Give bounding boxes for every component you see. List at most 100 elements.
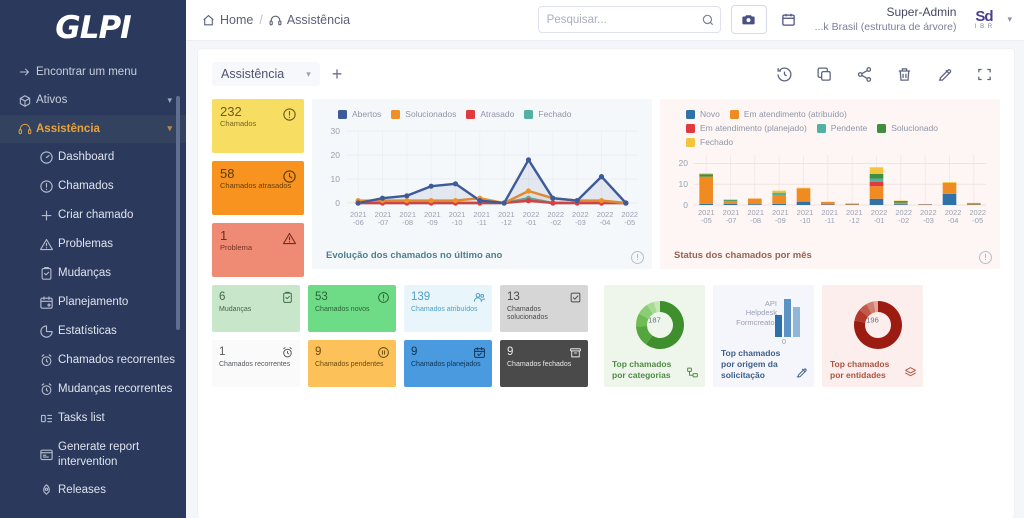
legend-item[interactable]: Atrasado bbox=[466, 109, 514, 119]
sidebar-item-estat-sticas[interactable]: Estatísticas bbox=[0, 317, 186, 346]
chevron-down-icon[interactable]: ▾ bbox=[167, 123, 176, 134]
y-tick-label: 30 bbox=[322, 126, 340, 136]
sidebar-item-label: Releases bbox=[58, 483, 176, 497]
sidebar-item-mudan-as-recorrentes[interactable]: Mudanças recorrentes bbox=[0, 375, 186, 404]
calendar-button[interactable] bbox=[777, 12, 801, 27]
tile-chamados-novos[interactable]: 53Chamados novos bbox=[308, 285, 396, 332]
sidebar-item-encontrar-um-menu[interactable]: Encontrar um menu bbox=[0, 58, 186, 86]
sidebar-item-generate-report-intervention[interactable]: Generate report intervention bbox=[0, 433, 186, 476]
legend-label: Solucionado bbox=[891, 123, 938, 133]
tile-chamados-atribu-dos[interactable]: 139Chamados atribuídos bbox=[404, 285, 492, 332]
user-block[interactable]: Super-Admin ...k Brasil (estrutura de ár… bbox=[815, 5, 957, 34]
trash-icon[interactable] bbox=[894, 64, 914, 84]
fullscreen-icon[interactable] bbox=[974, 64, 994, 84]
sidebar-scrollbar[interactable] bbox=[176, 96, 180, 330]
x-tick-label: 2021-10 bbox=[445, 211, 470, 228]
tile-label: Chamados solucionados bbox=[507, 306, 581, 323]
gauge-icon bbox=[34, 150, 58, 165]
hbar-label: Helpdesk bbox=[719, 308, 777, 317]
kpi-card-problema[interactable]: 1Problema bbox=[212, 223, 304, 277]
legend-swatch bbox=[686, 124, 695, 133]
chart-card-bar[interactable]: Novo Em atendimento (atribuído) Em atendim… bbox=[660, 99, 1000, 269]
avatar[interactable]: Sd I B R bbox=[970, 7, 997, 32]
widget-top-chamados-por-categorias[interactable]: 187Top chamados por categorias bbox=[604, 285, 705, 387]
sidebar-item-dashboard[interactable]: Dashboard bbox=[0, 143, 186, 172]
legend-item[interactable]: Fechado bbox=[686, 137, 733, 147]
sidebar-item-label: Mudanças recorrentes bbox=[58, 382, 176, 396]
widget-top-chamados-por-entidades[interactable]: 196Top chamados por entidades bbox=[822, 285, 923, 387]
sidebar-item-chamados[interactable]: Chamados bbox=[0, 172, 186, 201]
breadcrumb-label-home: Home bbox=[220, 13, 253, 27]
info-icon[interactable]: ! bbox=[979, 251, 992, 264]
breadcrumb-separator: / bbox=[259, 13, 262, 27]
legend-item[interactable]: Em atendimento (atribuído) bbox=[730, 109, 847, 119]
info-icon[interactable]: ! bbox=[631, 251, 644, 264]
hbar-label: Formcreator bbox=[719, 318, 777, 327]
kpi-card-chamados-atrasados[interactable]: 58Chamados atrasados bbox=[212, 161, 304, 215]
tile-chamados-solucionados[interactable]: 13Chamados solucionados bbox=[500, 285, 588, 332]
dashboard-tools bbox=[774, 64, 1000, 84]
history-icon[interactable] bbox=[774, 64, 794, 84]
legend-item[interactable]: Solucionado bbox=[877, 123, 938, 133]
logo[interactable]: GLPI bbox=[0, 0, 186, 56]
legend-item[interactable]: Abertos bbox=[338, 109, 381, 119]
legend-item[interactable]: Pendente bbox=[817, 123, 867, 133]
legend-item[interactable]: Em atendimento (planejado) bbox=[686, 123, 807, 133]
user-menu-chevron-down-icon[interactable]: ▾ bbox=[1007, 14, 1012, 25]
x-tick-label: 2022-03 bbox=[916, 209, 941, 226]
dashboard-row-tiles: 6Mudanças53Chamados novos139Chamados atr… bbox=[212, 285, 1000, 387]
chevron-down-icon: ▾ bbox=[306, 69, 311, 80]
legend-item[interactable]: Fechado bbox=[524, 109, 571, 119]
x-tick-label: 2021-09 bbox=[420, 211, 445, 228]
sidebar-item-label: Problemas bbox=[58, 237, 176, 251]
edit-icon[interactable] bbox=[934, 64, 954, 84]
sidebar-item-criar-chamado[interactable]: Criar chamado bbox=[0, 201, 186, 230]
x-tick-label: 2022-01 bbox=[867, 209, 892, 226]
legend-label: Solucionados bbox=[405, 109, 456, 119]
tile-chamados-fechados[interactable]: 9Chamados fechados bbox=[500, 340, 588, 387]
kpi-card-chamados[interactable]: 232Chamados bbox=[212, 99, 304, 153]
sidebar-item-tasks-list[interactable]: Tasks list bbox=[0, 404, 186, 433]
legend-item[interactable]: Novo bbox=[686, 109, 720, 119]
share-icon[interactable] bbox=[854, 64, 874, 84]
chevron-down-icon[interactable]: ▾ bbox=[167, 95, 176, 106]
search-icon[interactable] bbox=[701, 13, 715, 27]
sidebar-item-mudan-as[interactable]: Mudanças bbox=[0, 259, 186, 288]
bar-chart-legend: Novo Em atendimento (atribuído) Em atendim… bbox=[670, 107, 990, 147]
sidebar-item-problemas[interactable]: Problemas bbox=[0, 230, 186, 259]
x-tick-label: 2021-06 bbox=[346, 211, 371, 228]
bar-chart-svg bbox=[670, 151, 990, 207]
legend-swatch bbox=[817, 124, 826, 133]
dashboard-selector[interactable]: Assistência ▾ bbox=[212, 62, 320, 86]
tile-chamados-pendentes[interactable]: 9Chamados pendentes bbox=[308, 340, 396, 387]
users-icon bbox=[473, 291, 486, 304]
chart-card-line[interactable]: AbertosSolucionadosAtrasadoFechado 30201… bbox=[312, 99, 652, 269]
copy-icon[interactable] bbox=[814, 64, 834, 84]
breadcrumb-item-home[interactable]: Home bbox=[202, 13, 253, 27]
screenshot-button[interactable] bbox=[731, 5, 767, 34]
legend-item[interactable]: Solucionados bbox=[391, 109, 456, 119]
tile-chamados-planejados[interactable]: 9Chamados planejados bbox=[404, 340, 492, 387]
x-tick-label: 2022-04 bbox=[593, 211, 618, 228]
legend-swatch bbox=[877, 124, 886, 133]
clipboard-check-icon bbox=[34, 266, 58, 281]
search-box[interactable] bbox=[538, 6, 721, 33]
x-tick-label: 2021-12 bbox=[842, 209, 867, 226]
search-input[interactable] bbox=[547, 14, 701, 26]
legend-label: Abertos bbox=[352, 109, 381, 119]
widget-top-chamados-por-origem-da-solicita-o[interactable]: APIHelpdeskFormcreator0Top chamados por … bbox=[713, 285, 814, 387]
sidebar-item-releases[interactable]: Releases bbox=[0, 476, 186, 505]
tile-mudan-as[interactable]: 6Mudanças bbox=[212, 285, 300, 332]
pie-chart-icon bbox=[34, 324, 58, 339]
sidebar-item-assist-ncia[interactable]: Assistência▾ bbox=[0, 115, 186, 143]
donut-center-value: 196 bbox=[866, 316, 879, 325]
add-dashboard-button[interactable]: + bbox=[320, 64, 355, 85]
donut-svg bbox=[828, 291, 929, 361]
sidebar-item-planejamento[interactable]: Planejamento bbox=[0, 288, 186, 317]
x-tick-label: 2021-09 bbox=[768, 209, 793, 226]
user-name: Super-Admin bbox=[815, 5, 957, 21]
sidebar-item-chamados-recorrentes[interactable]: Chamados recorrentes bbox=[0, 346, 186, 375]
breadcrumb-item-assistencia[interactable]: Assistência bbox=[269, 13, 350, 27]
tile-chamados-recorrentes[interactable]: 1Chamados recorrentes bbox=[212, 340, 300, 387]
sidebar-item-ativos[interactable]: Ativos▾ bbox=[0, 86, 186, 114]
